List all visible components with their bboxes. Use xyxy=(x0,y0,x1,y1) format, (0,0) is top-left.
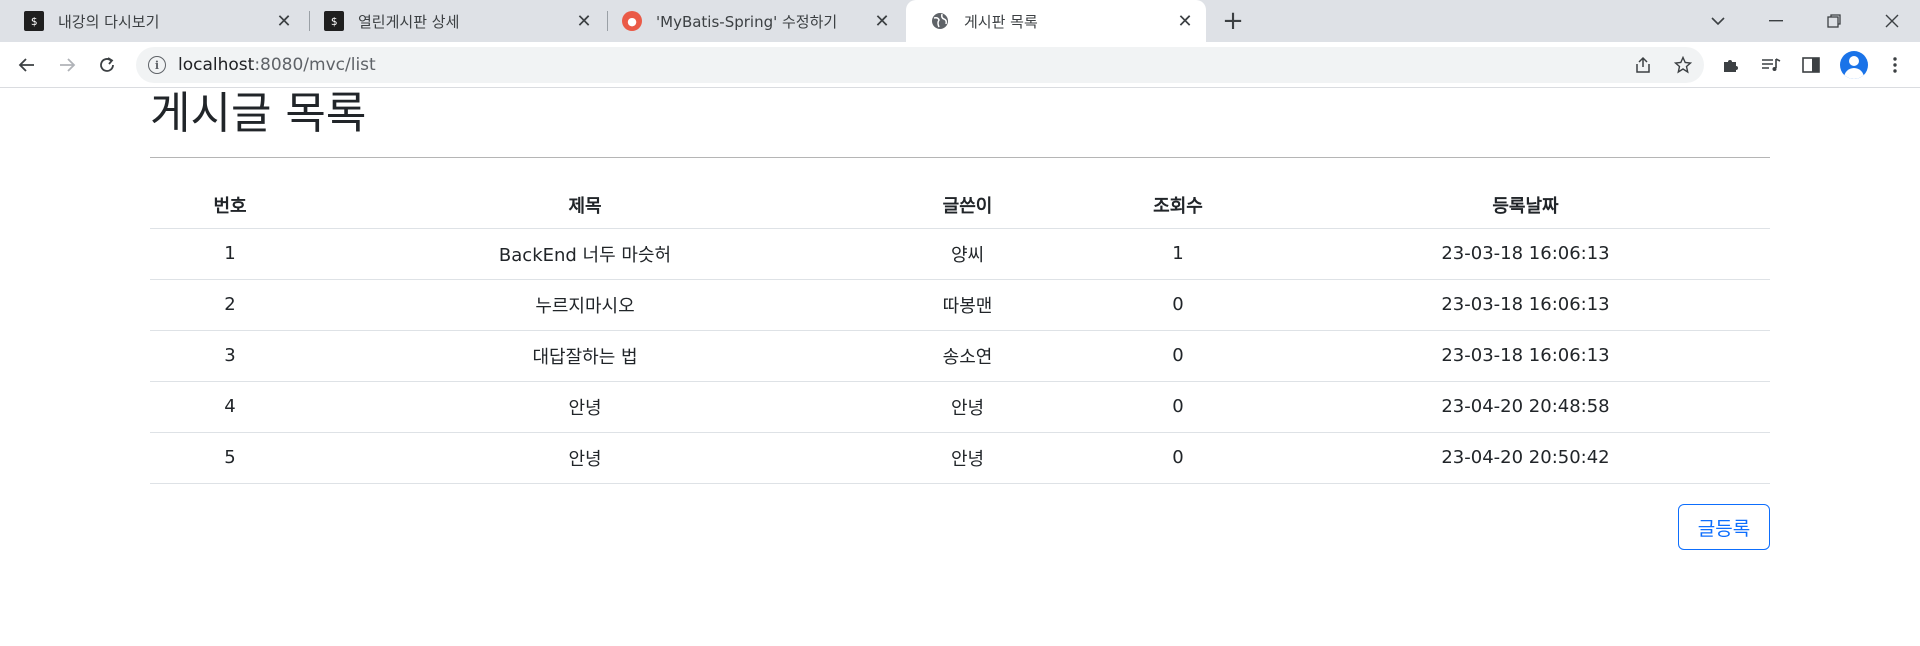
reload-icon[interactable] xyxy=(92,50,122,80)
cell-date: 23-03-18 16:06:13 xyxy=(1281,330,1770,382)
header-number: 번호 xyxy=(150,182,310,229)
register-post-button[interactable]: 글등록 xyxy=(1678,504,1770,550)
tab-title: 게시판 목록 xyxy=(964,12,1038,31)
bookmark-star-icon[interactable] xyxy=(1670,52,1696,78)
minimize-icon[interactable] xyxy=(1748,0,1804,42)
tab-title: 'MyBatis-Spring' 수정하기 xyxy=(656,12,838,31)
tab-lecture-replay[interactable]: $ 내강의 다시보기 ✕ xyxy=(0,0,305,42)
table-header-row: 번호 제목 글쓴이 조회수 등록날짜 xyxy=(150,182,1770,229)
table-row[interactable]: 3 대답잘하는 법 송소연 0 23-03-18 16:06:13 xyxy=(150,330,1770,382)
cell-number: 3 xyxy=(150,330,310,382)
tab-board-list[interactable]: 게시판 목록 ✕ xyxy=(906,0,1206,42)
cell-date: 23-03-18 16:06:13 xyxy=(1281,228,1770,280)
cell-number: 2 xyxy=(150,279,310,331)
cell-views: 0 xyxy=(1075,381,1281,433)
site-info-icon[interactable]: i xyxy=(148,56,166,74)
table-row[interactable]: 1 BackEnd 너두 마슷허 양씨 1 23-03-18 16:06:13 xyxy=(150,228,1770,280)
dark-s-favicon: $ xyxy=(324,11,344,31)
cell-writer: 양씨 xyxy=(860,228,1075,280)
page-title: 게시글 목록 xyxy=(150,88,367,139)
close-tab-icon[interactable]: ✕ xyxy=(273,10,295,32)
cell-title-link[interactable]: 안녕 xyxy=(310,381,860,433)
red-mascot-favicon: ● xyxy=(622,11,642,31)
header-title: 제목 xyxy=(310,182,860,229)
restore-icon[interactable] xyxy=(1806,0,1862,42)
close-tab-icon[interactable]: ✕ xyxy=(871,10,893,32)
cell-date: 23-04-20 20:50:42 xyxy=(1281,432,1770,484)
tab-search-chevron-icon[interactable] xyxy=(1690,0,1746,42)
board-table: 번호 제목 글쓴이 조회수 등록날짜 1 BackEnd 너두 마슷허 양씨 1… xyxy=(150,182,1770,484)
share-icon[interactable] xyxy=(1630,52,1656,78)
close-tab-icon[interactable]: ✕ xyxy=(573,10,595,32)
cell-number: 5 xyxy=(150,432,310,484)
cell-title-link[interactable]: 안녕 xyxy=(310,432,860,484)
tab-board-detail[interactable]: $ 열린게시판 상세 ✕ xyxy=(300,0,605,42)
cell-writer: 송소연 xyxy=(860,330,1075,382)
header-writer: 글쓴이 xyxy=(860,182,1075,229)
side-panel-icon[interactable] xyxy=(1798,52,1824,78)
dark-s-favicon: $ xyxy=(24,11,44,31)
new-tab-plus-icon[interactable]: + xyxy=(1219,6,1247,36)
cell-number: 1 xyxy=(150,228,310,280)
url-host: localhost xyxy=(178,55,255,75)
globe-icon xyxy=(930,11,950,31)
close-window-icon[interactable] xyxy=(1864,0,1920,42)
cell-writer: 따봉맨 xyxy=(860,279,1075,331)
table-row[interactable]: 4 안녕 안녕 0 23-04-20 20:48:58 xyxy=(150,381,1770,433)
table-row[interactable]: 2 누르지마시오 따봉맨 0 23-03-18 16:06:13 xyxy=(150,279,1770,331)
header-views: 조회수 xyxy=(1075,182,1281,229)
cell-writer: 안녕 xyxy=(860,432,1075,484)
cell-views: 1 xyxy=(1075,228,1281,280)
forward-arrow-icon[interactable] xyxy=(52,50,82,80)
extensions-puzzle-icon[interactable] xyxy=(1718,52,1744,78)
cell-title-link[interactable]: 누르지마시오 xyxy=(310,279,860,331)
url-path: :8080/mvc/list xyxy=(254,55,376,75)
close-tab-icon[interactable]: ✕ xyxy=(1174,10,1196,32)
tab-title: 내강의 다시보기 xyxy=(58,12,160,31)
table-row[interactable]: 5 안녕 안녕 0 23-04-20 20:50:42 xyxy=(150,432,1770,484)
title-divider xyxy=(150,157,1770,158)
cell-views: 0 xyxy=(1075,432,1281,484)
cell-date: 23-04-20 20:48:58 xyxy=(1281,381,1770,433)
cell-views: 0 xyxy=(1075,330,1281,382)
tab-mybatis-edit[interactable]: ● 'MyBatis-Spring' 수정하기 ✕ xyxy=(598,0,903,42)
profile-avatar[interactable] xyxy=(1840,51,1868,79)
browser-toolbar: i localhost:8080/mvc/list xyxy=(0,42,1920,88)
tab-title: 열린게시판 상세 xyxy=(358,12,460,31)
url-text[interactable]: localhost:8080/mvc/list xyxy=(178,55,376,75)
cell-date: 23-03-18 16:06:13 xyxy=(1281,279,1770,331)
media-playlist-icon[interactable] xyxy=(1758,52,1784,78)
cell-views: 0 xyxy=(1075,279,1281,331)
back-arrow-icon[interactable] xyxy=(12,50,42,80)
cell-title-link[interactable]: 대답잘하는 법 xyxy=(310,330,860,382)
cell-title-link[interactable]: BackEnd 너두 마슷허 xyxy=(310,228,860,280)
tab-strip: $ 내강의 다시보기 ✕ $ 열린게시판 상세 ✕ ● 'MyBatis-Spr… xyxy=(0,0,1920,42)
cell-writer: 안녕 xyxy=(860,381,1075,433)
header-date: 등록날짜 xyxy=(1281,182,1770,229)
cell-number: 4 xyxy=(150,381,310,433)
more-menu-icon[interactable] xyxy=(1882,52,1908,78)
